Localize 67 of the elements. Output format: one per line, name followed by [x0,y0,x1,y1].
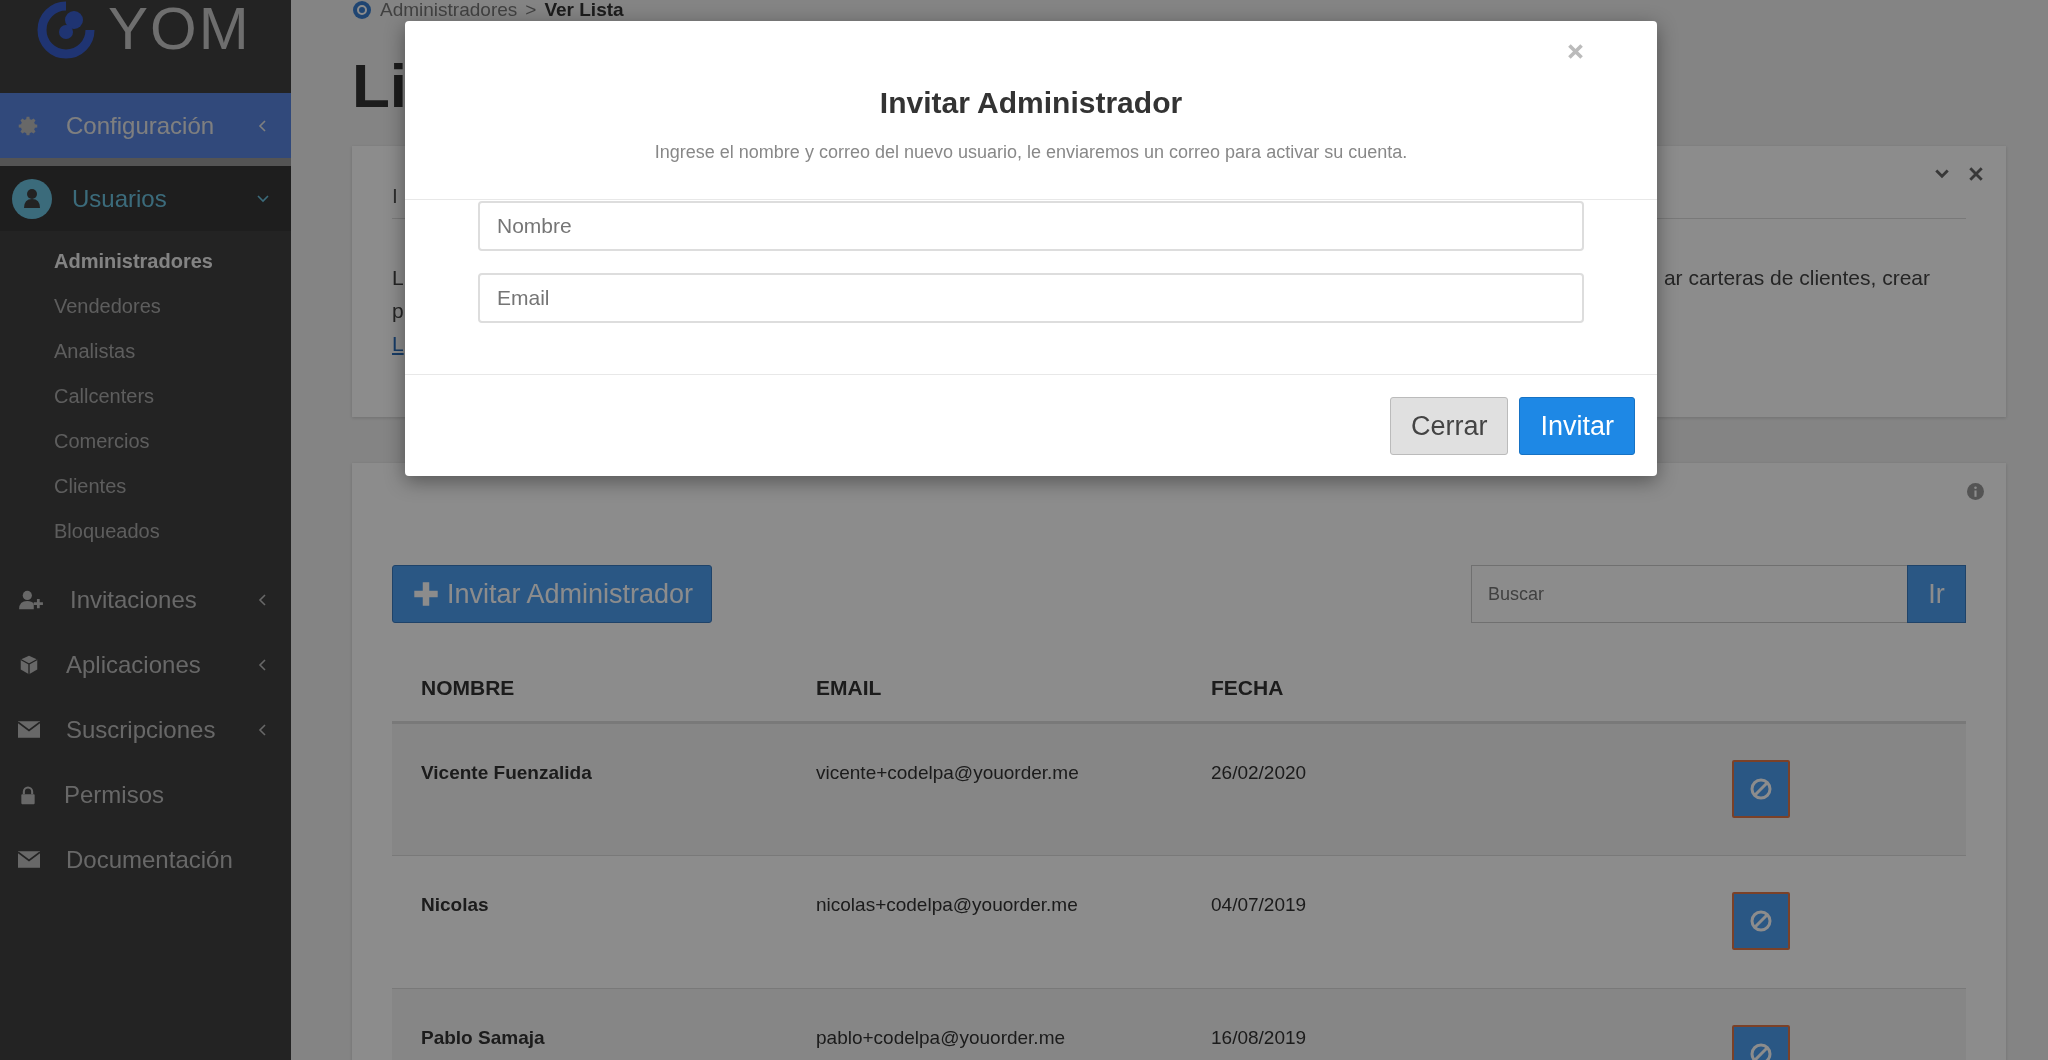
table-cell: vicente+codelpa@youorder.me [816,762,1079,783]
block-button[interactable] [1732,760,1790,818]
logo-text: YOM [108,0,251,58]
close-icon[interactable] [1567,43,1584,60]
info-icon[interactable] [1967,483,1984,500]
breadcrumb-item[interactable]: Administradores [380,0,518,21]
chevron-left-icon [257,119,269,132]
table-cell: 16/08/2019 [1211,1027,1307,1048]
user-icon [12,178,52,219]
panel-title: I [392,184,398,207]
sidebar-subitem[interactable]: Bloqueados [54,509,291,554]
column-header: EMAIL [816,676,882,699]
chevron-left-icon [257,658,269,671]
settings-icon [18,114,40,137]
column-header: NOMBRE [421,676,515,699]
block-button[interactable] [1732,892,1790,950]
sidebar-item[interactable]: Configuración [0,93,291,166]
close-button[interactable]: Cerrar [1389,397,1509,455]
description-text: ar carteras de clientes, crear [1663,265,1930,291]
envelope-icon [18,851,40,868]
search-field[interactable]: Buscar [1471,565,1907,623]
logo-icon [352,0,372,20]
user-plus-icon [18,588,44,611]
input-field[interactable]: Nombre [478,201,1584,251]
chevron-down-icon [257,192,269,205]
sidebar-subitem[interactable]: Administradores [54,239,291,284]
input-field[interactable]: Email [478,273,1584,323]
sidebar-subitem[interactable]: Comercios [54,419,291,464]
table-cell: Nicolas [421,894,489,915]
link[interactable]: L [392,327,404,360]
ban-icon [1749,1042,1773,1060]
table-cell: Vicente Fuenzalida [421,762,592,783]
sidebar-item[interactable]: Usuarios [0,166,291,231]
description-text: L [392,265,404,291]
sidebar-item[interactable]: Documentación [0,827,291,892]
envelope-icon [18,721,40,738]
sidebar-item[interactable]: Aplicaciones [0,632,291,697]
dialog-subtitle: Ingrese el nombre y correo del nuevo usuario, le enviaremos un correo para activar su cuenta. [653,142,1409,163]
sidebar-subitem[interactable]: Analistas [54,329,291,374]
dialog-title: Invitar Administrador [878,86,1184,120]
sidebar-subitem[interactable]: Clientes [54,464,291,509]
breadcrumb-item: Ver Lista [544,0,624,21]
table-cell: 26/02/2020 [1211,762,1307,783]
invite-button[interactable]: Invitar [1519,397,1635,455]
page-title: Li [352,50,408,122]
invite-button[interactable]: Invitar Administrador [392,565,713,623]
chevron-left-icon [257,723,269,736]
plus-icon [413,581,439,607]
search-button[interactable]: Ir [1907,565,1966,623]
ban-icon [1749,777,1773,801]
description-text: p [392,298,404,324]
sidebar-subitem[interactable]: Vendedores [54,284,291,329]
chevron-left-icon [257,593,269,606]
table-cell: pablo+codelpa@youorder.me [816,1027,1066,1048]
breadcrumb-item: > [525,0,537,21]
table-cell: Pablo Samaja [421,1027,545,1048]
sidebar-item[interactable]: Suscripciones [0,697,291,762]
ban-icon [1749,909,1773,933]
cube-icon [18,653,40,676]
sidebar-item[interactable]: Permisos [0,762,291,827]
sidebar-item[interactable]: Invitaciones [0,567,291,632]
close-icon[interactable] [1968,166,1984,182]
logo-icon [36,0,96,60]
column-header: FECHA [1211,676,1284,699]
sidebar-subitem[interactable]: Callcenters [54,374,291,419]
table-cell: nicolas+codelpa@youorder.me [816,894,1078,915]
table-cell: 04/07/2019 [1211,894,1307,915]
